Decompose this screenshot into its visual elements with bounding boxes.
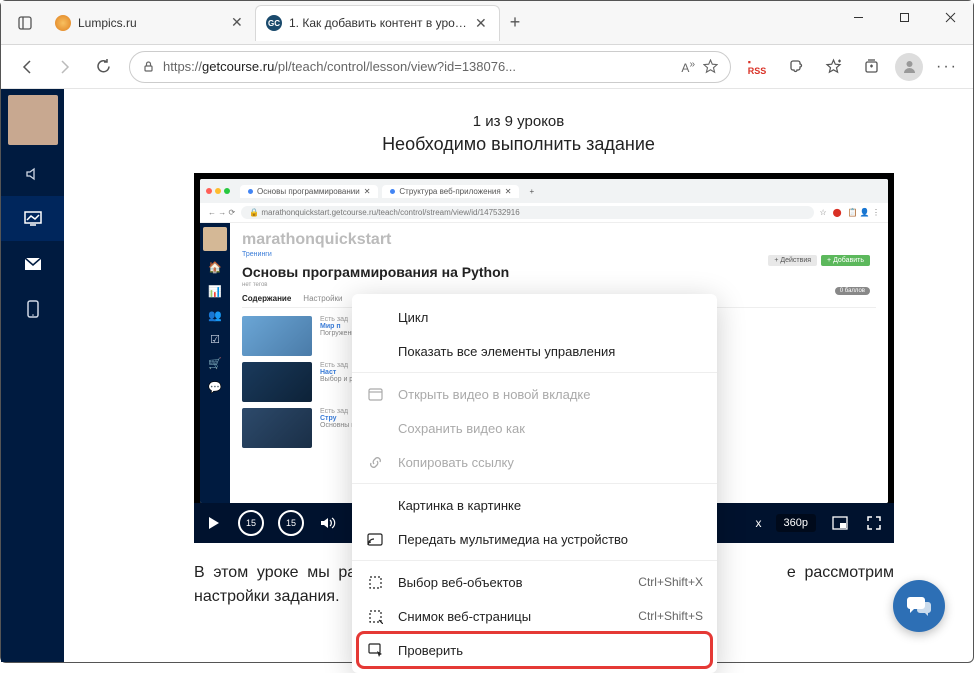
ext-rss-icon[interactable]: ▪RSS (739, 49, 775, 85)
rewind-icon[interactable]: 15 (238, 510, 264, 536)
forward-icon[interactable]: 15 (278, 510, 304, 536)
context-menu-item[interactable]: Цикл (352, 300, 717, 334)
read-aloud-icon[interactable]: A» (681, 59, 695, 75)
context-menu-item[interactable]: Передать мультимедиа на устройство (352, 522, 717, 556)
lesson-title: Необходимо выполнить задание (64, 134, 973, 155)
app-sidebar (1, 89, 64, 662)
tab-icon (366, 388, 384, 401)
minimize-button[interactable] (835, 1, 881, 33)
resolution-label[interactable]: 360p (776, 514, 816, 532)
context-menu-item[interactable]: Показать все элементы управления (352, 334, 717, 368)
play-icon[interactable] (204, 513, 224, 533)
new-tab-button[interactable]: + (500, 8, 530, 38)
close-button[interactable] (927, 1, 973, 33)
favorite-icon[interactable] (703, 59, 718, 74)
lesson-counter: 1 из 9 уроков (64, 113, 973, 130)
tab-actions-icon[interactable] (9, 7, 41, 39)
sidebar-mail-icon[interactable] (1, 241, 64, 286)
refresh-button[interactable] (85, 49, 121, 85)
extensions-icon[interactable] (777, 49, 813, 85)
link-icon (366, 455, 384, 470)
sidebar-volume-icon[interactable] (1, 151, 64, 196)
forward-button[interactable] (47, 49, 83, 85)
tab-title: 1. Как добавить контент в урок... (289, 16, 468, 30)
context-menu: ЦиклПоказать все элементы управления Откр… (352, 294, 717, 673)
context-menu-item: Открыть видео в новой вкладке (352, 377, 717, 411)
menu-button[interactable]: ··· (929, 49, 965, 85)
context-menu-item[interactable]: Выбор веб-объектовCtrl+Shift+X (352, 565, 717, 599)
context-menu-item[interactable]: Картинка в картинке (352, 488, 717, 522)
sidebar-training-icon[interactable] (1, 196, 64, 241)
context-menu-item: Сохранить видео как (352, 411, 717, 445)
context-menu-item: Копировать ссылку (352, 445, 717, 479)
fullscreen-icon[interactable] (864, 513, 884, 533)
url-text: https://getcourse.ru/pl/teach/control/le… (163, 59, 673, 74)
browser-titlebar: Lumpics.ru ✕ GC 1. Как добавить контент … (1, 1, 973, 45)
lock-icon (142, 60, 155, 73)
address-bar[interactable]: https://getcourse.ru/pl/teach/control/le… (129, 51, 731, 83)
tab-getcourse[interactable]: GC 1. Как добавить контент в урок... ✕ (255, 5, 500, 41)
favorites-icon[interactable] (815, 49, 851, 85)
close-icon[interactable]: ✕ (231, 14, 245, 31)
lesson-header: 1 из 9 уроков Необходимо выполнить задан… (64, 89, 973, 173)
profile-button[interactable] (891, 49, 927, 85)
maximize-button[interactable] (881, 1, 927, 33)
sidebar-mobile-icon[interactable] (1, 286, 64, 331)
volume-icon[interactable] (318, 513, 338, 533)
browser-toolbar: https://getcourse.ru/pl/teach/control/le… (1, 45, 973, 89)
tab-lumpics[interactable]: Lumpics.ru ✕ (45, 5, 255, 41)
tab-title: Lumpics.ru (78, 16, 224, 30)
window-controls (835, 1, 973, 33)
inspect-icon (366, 643, 384, 657)
close-icon[interactable]: ✕ (475, 15, 489, 32)
pip-icon[interactable] (830, 513, 850, 533)
context-menu-item[interactable]: Проверить (352, 633, 717, 667)
collections-icon[interactable] (853, 49, 889, 85)
chat-button[interactable] (893, 580, 945, 632)
favicon-getcourse: GC (266, 15, 282, 31)
tab-strip: Lumpics.ru ✕ GC 1. Как добавить контент … (1, 1, 835, 44)
snip-icon (366, 609, 384, 624)
context-menu-item[interactable]: Снимок веб-страницыCtrl+Shift+S (352, 599, 717, 633)
select-icon (366, 575, 384, 590)
favicon-lumpics (55, 15, 71, 31)
back-button[interactable] (9, 49, 45, 85)
cast-icon (366, 533, 384, 546)
user-avatar[interactable] (8, 95, 58, 145)
